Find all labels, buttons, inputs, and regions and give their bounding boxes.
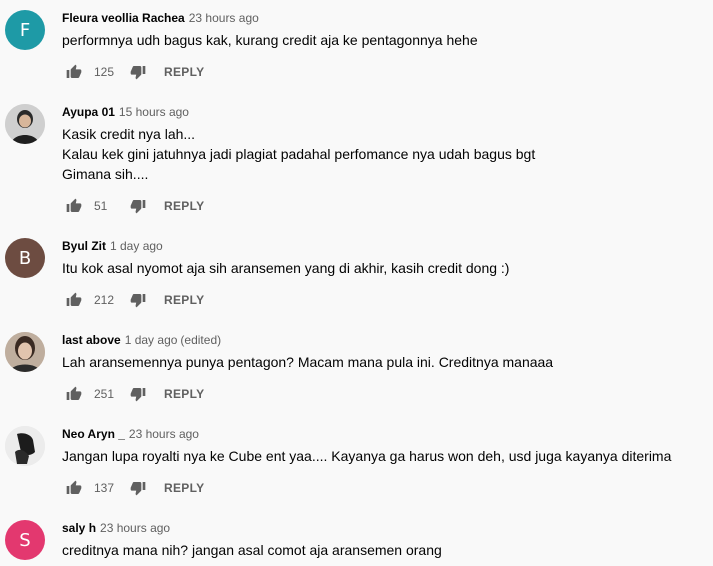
- comment-actions: 212 REPLY: [62, 288, 204, 312]
- thumbs-down-icon[interactable]: [126, 382, 150, 406]
- comment-text-line: creditnya mana nih? jangan asal comot aj…: [62, 542, 442, 558]
- author-name[interactable]: Ayupa 01: [62, 105, 115, 119]
- comment-text-line: Lah aransemennya punya pentagon? Macam m…: [62, 354, 554, 370]
- thumbs-up-icon[interactable]: [62, 194, 86, 218]
- reply-button[interactable]: REPLY: [164, 387, 204, 401]
- thumbs-down-icon[interactable]: [126, 194, 150, 218]
- comment-text: Itu kok asal nyomot aja sih aransemen ya…: [62, 258, 713, 278]
- comment-body: Neo Aryn _ 23 hours ago Jangan lupa royal…: [62, 426, 713, 466]
- avatar[interactable]: S: [5, 520, 45, 560]
- comment-text: creditnya mana nih? jangan asal comot aj…: [62, 540, 713, 560]
- thumbs-up-icon[interactable]: [62, 288, 86, 312]
- thumbs-down-icon[interactable]: [126, 476, 150, 500]
- avatar-photo: [5, 426, 45, 466]
- comment-text: Jangan lupa royalti nya ke Cube ent yaa.…: [62, 446, 713, 466]
- avatar[interactable]: [5, 104, 45, 144]
- comment-actions: 51 REPLY: [62, 194, 204, 218]
- comment-time[interactable]: 1 day ago: [125, 333, 178, 347]
- comment-time[interactable]: 23 hours ago: [189, 11, 259, 25]
- thumbs-up-icon[interactable]: [62, 382, 86, 406]
- edited-label: (edited): [180, 333, 222, 347]
- avatar-letter: B: [18, 247, 32, 269]
- comments-section: F Fleura veollia Rachea 23 hours ago perf…: [0, 0, 713, 566]
- comment-body: last above 1 day ago (edited) Lah aranseme…: [62, 332, 713, 372]
- like-count: 212: [94, 293, 115, 307]
- avatar-letter: S: [19, 529, 31, 551]
- author-name[interactable]: saly h: [62, 521, 96, 535]
- thumbs-up-icon[interactable]: [62, 476, 86, 500]
- comment-body: Fleura veollia Rachea 23 hours ago perfor…: [62, 10, 713, 50]
- comment-time[interactable]: 1 day ago: [110, 239, 163, 253]
- comment-actions: 125 REPLY: [62, 60, 204, 84]
- comment-body: saly h 23 hours ago creditnya mana nih? j…: [62, 520, 713, 560]
- reply-button[interactable]: REPLY: [164, 65, 204, 79]
- comment-actions: 251 REPLY: [62, 382, 204, 406]
- like-count: 137: [94, 481, 115, 495]
- like-count: 251: [94, 387, 115, 401]
- comment-header: saly h 23 hours ago: [62, 520, 713, 536]
- comment-text-line: Gimana sih....: [62, 166, 149, 182]
- reply-button[interactable]: REPLY: [164, 199, 204, 213]
- reply-button[interactable]: REPLY: [164, 293, 204, 307]
- comment-text-line: Kasik credit nya lah...: [62, 126, 196, 142]
- comment-actions: 137 REPLY: [62, 476, 204, 500]
- avatar[interactable]: F: [5, 10, 45, 50]
- comment-header: Ayupa 01 15 hours ago: [62, 104, 713, 120]
- comment-text: Lah aransemennya punya pentagon? Macam m…: [62, 352, 713, 372]
- thumbs-up-icon[interactable]: [62, 60, 86, 84]
- comment-body: Byul Zit 1 day ago Itu kok asal nyomot aj…: [62, 238, 713, 278]
- comment-header: Neo Aryn _ 23 hours ago: [62, 426, 713, 442]
- comment-text: performnya udh bagus kak, kurang credit …: [62, 30, 713, 50]
- comment-header: Fleura veollia Rachea 23 hours ago: [62, 10, 713, 26]
- avatar-letter: F: [19, 19, 31, 41]
- comment-text-line: Jangan lupa royalti nya ke Cube ent yaa.…: [62, 448, 672, 464]
- author-name[interactable]: Fleura veollia Rachea: [62, 11, 185, 25]
- comment-text-line: performnya udh bagus kak, kurang credit …: [62, 32, 478, 48]
- comment-header: Byul Zit 1 day ago: [62, 238, 713, 254]
- comment-time[interactable]: 23 hours ago: [100, 521, 170, 535]
- like-count: 125: [94, 65, 115, 79]
- author-name[interactable]: Byul Zit: [62, 239, 106, 253]
- thumbs-down-icon[interactable]: [126, 288, 150, 312]
- comment-time[interactable]: 15 hours ago: [119, 105, 189, 119]
- comment-header: last above 1 day ago (edited): [62, 332, 713, 348]
- avatar-photo: [5, 104, 45, 144]
- like-count: 51: [94, 199, 108, 213]
- comment-text-line: Itu kok asal nyomot aja sih aransemen ya…: [62, 260, 510, 276]
- reply-button[interactable]: REPLY: [164, 481, 204, 495]
- comment-body: Ayupa 01 15 hours ago Kasik credit nya la…: [62, 104, 713, 184]
- author-name[interactable]: Neo Aryn _: [62, 427, 125, 441]
- thumbs-down-icon[interactable]: [126, 60, 150, 84]
- avatar-photo: [5, 332, 45, 372]
- avatar[interactable]: [5, 332, 45, 372]
- comment-text-line: Kalau kek gini jatuhnya jadi plagiat pad…: [62, 146, 536, 162]
- author-name[interactable]: last above: [62, 333, 121, 347]
- comment-time[interactable]: 23 hours ago: [129, 427, 199, 441]
- avatar[interactable]: [5, 426, 45, 466]
- avatar[interactable]: B: [5, 238, 45, 278]
- comment-text: Kasik credit nya lah... Kalau kek gini j…: [62, 124, 713, 184]
